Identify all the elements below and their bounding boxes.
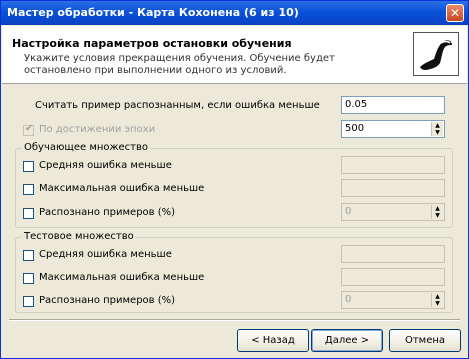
- test-max-error-input[interactable]: [341, 268, 445, 286]
- train-recognized-checkbox[interactable]: [23, 208, 34, 219]
- test-recognized-spin-buttons[interactable]: ▲ ▼: [431, 293, 443, 307]
- cancel-button[interactable]: Отмена: [389, 329, 461, 352]
- wizard-header: Настройка параметров остановки обучения …: [2, 26, 467, 84]
- check-icon: ✔: [25, 123, 34, 134]
- spin-up-icon[interactable]: ▲: [432, 293, 443, 300]
- train-max-error-input[interactable]: [341, 179, 445, 197]
- test-max-error-checkbox[interactable]: [23, 273, 34, 284]
- train-avg-error-input[interactable]: [341, 156, 445, 174]
- train-recognized-spin-buttons[interactable]: ▲ ▼: [431, 205, 443, 219]
- close-button[interactable]: ✕: [446, 4, 464, 22]
- test-recognized-value: 0: [345, 294, 352, 305]
- train-avg-error-label: Средняя ошибка меньше: [39, 160, 172, 171]
- epochs-stepper[interactable]: 500 ▲ ▼: [341, 120, 445, 138]
- spin-up-icon[interactable]: ▲: [432, 205, 443, 212]
- test-avg-error-checkbox[interactable]: [23, 250, 34, 261]
- error-threshold-input[interactable]: 0.05: [341, 96, 445, 114]
- train-max-error-label: Максимальная ошибка меньше: [39, 183, 205, 194]
- error-threshold-label: Считать пример распознанным, если ошибка…: [35, 100, 320, 111]
- train-recognized-value: 0: [345, 206, 352, 217]
- test-set-legend: Тестовое множество: [22, 231, 136, 242]
- spin-up-icon[interactable]: ▲: [432, 122, 443, 129]
- epochs-value: 500: [345, 123, 365, 134]
- spin-down-icon[interactable]: ▼: [432, 129, 443, 136]
- train-avg-error-checkbox[interactable]: [23, 161, 34, 172]
- wizard-window: Мастер обработки - Карта Кохонена (6 из …: [0, 0, 469, 359]
- epochs-label: По достижении эпохи: [39, 124, 156, 135]
- test-max-error-label: Максимальная ошибка меньше: [39, 272, 205, 283]
- pipe-icon: [413, 32, 459, 76]
- next-button[interactable]: Далее >: [311, 329, 383, 352]
- page-description: Укажите условия прекращения обучения. Об…: [24, 53, 335, 76]
- test-avg-error-label: Средняя ошибка меньше: [39, 249, 172, 260]
- test-recognized-checkbox[interactable]: [23, 296, 34, 307]
- train-recognized-stepper[interactable]: 0 ▲ ▼: [341, 203, 445, 221]
- epochs-spin-buttons[interactable]: ▲ ▼: [431, 122, 443, 136]
- spin-down-icon[interactable]: ▼: [432, 212, 443, 219]
- epochs-checkbox[interactable]: ✔: [23, 123, 34, 136]
- back-button[interactable]: < Назад: [237, 329, 309, 352]
- test-avg-error-input[interactable]: [341, 245, 445, 263]
- training-set-legend: Обучающее множество: [22, 142, 151, 153]
- test-recognized-stepper[interactable]: 0 ▲ ▼: [341, 291, 445, 309]
- footer-separator: [9, 319, 460, 321]
- train-max-error-checkbox[interactable]: [23, 184, 34, 195]
- train-recognized-label: Распознано примеров (%): [39, 207, 176, 218]
- close-icon: ✕: [449, 6, 461, 20]
- page-title: Настройка параметров остановки обучения: [12, 37, 292, 50]
- test-recognized-label: Распознано примеров (%): [39, 295, 176, 306]
- spin-down-icon[interactable]: ▼: [432, 300, 443, 307]
- window-title: Мастер обработки - Карта Кохонена (6 из …: [7, 6, 299, 19]
- error-threshold-value: 0.05: [345, 99, 368, 110]
- title-bar[interactable]: Мастер обработки - Карта Кохонена (6 из …: [1, 1, 468, 25]
